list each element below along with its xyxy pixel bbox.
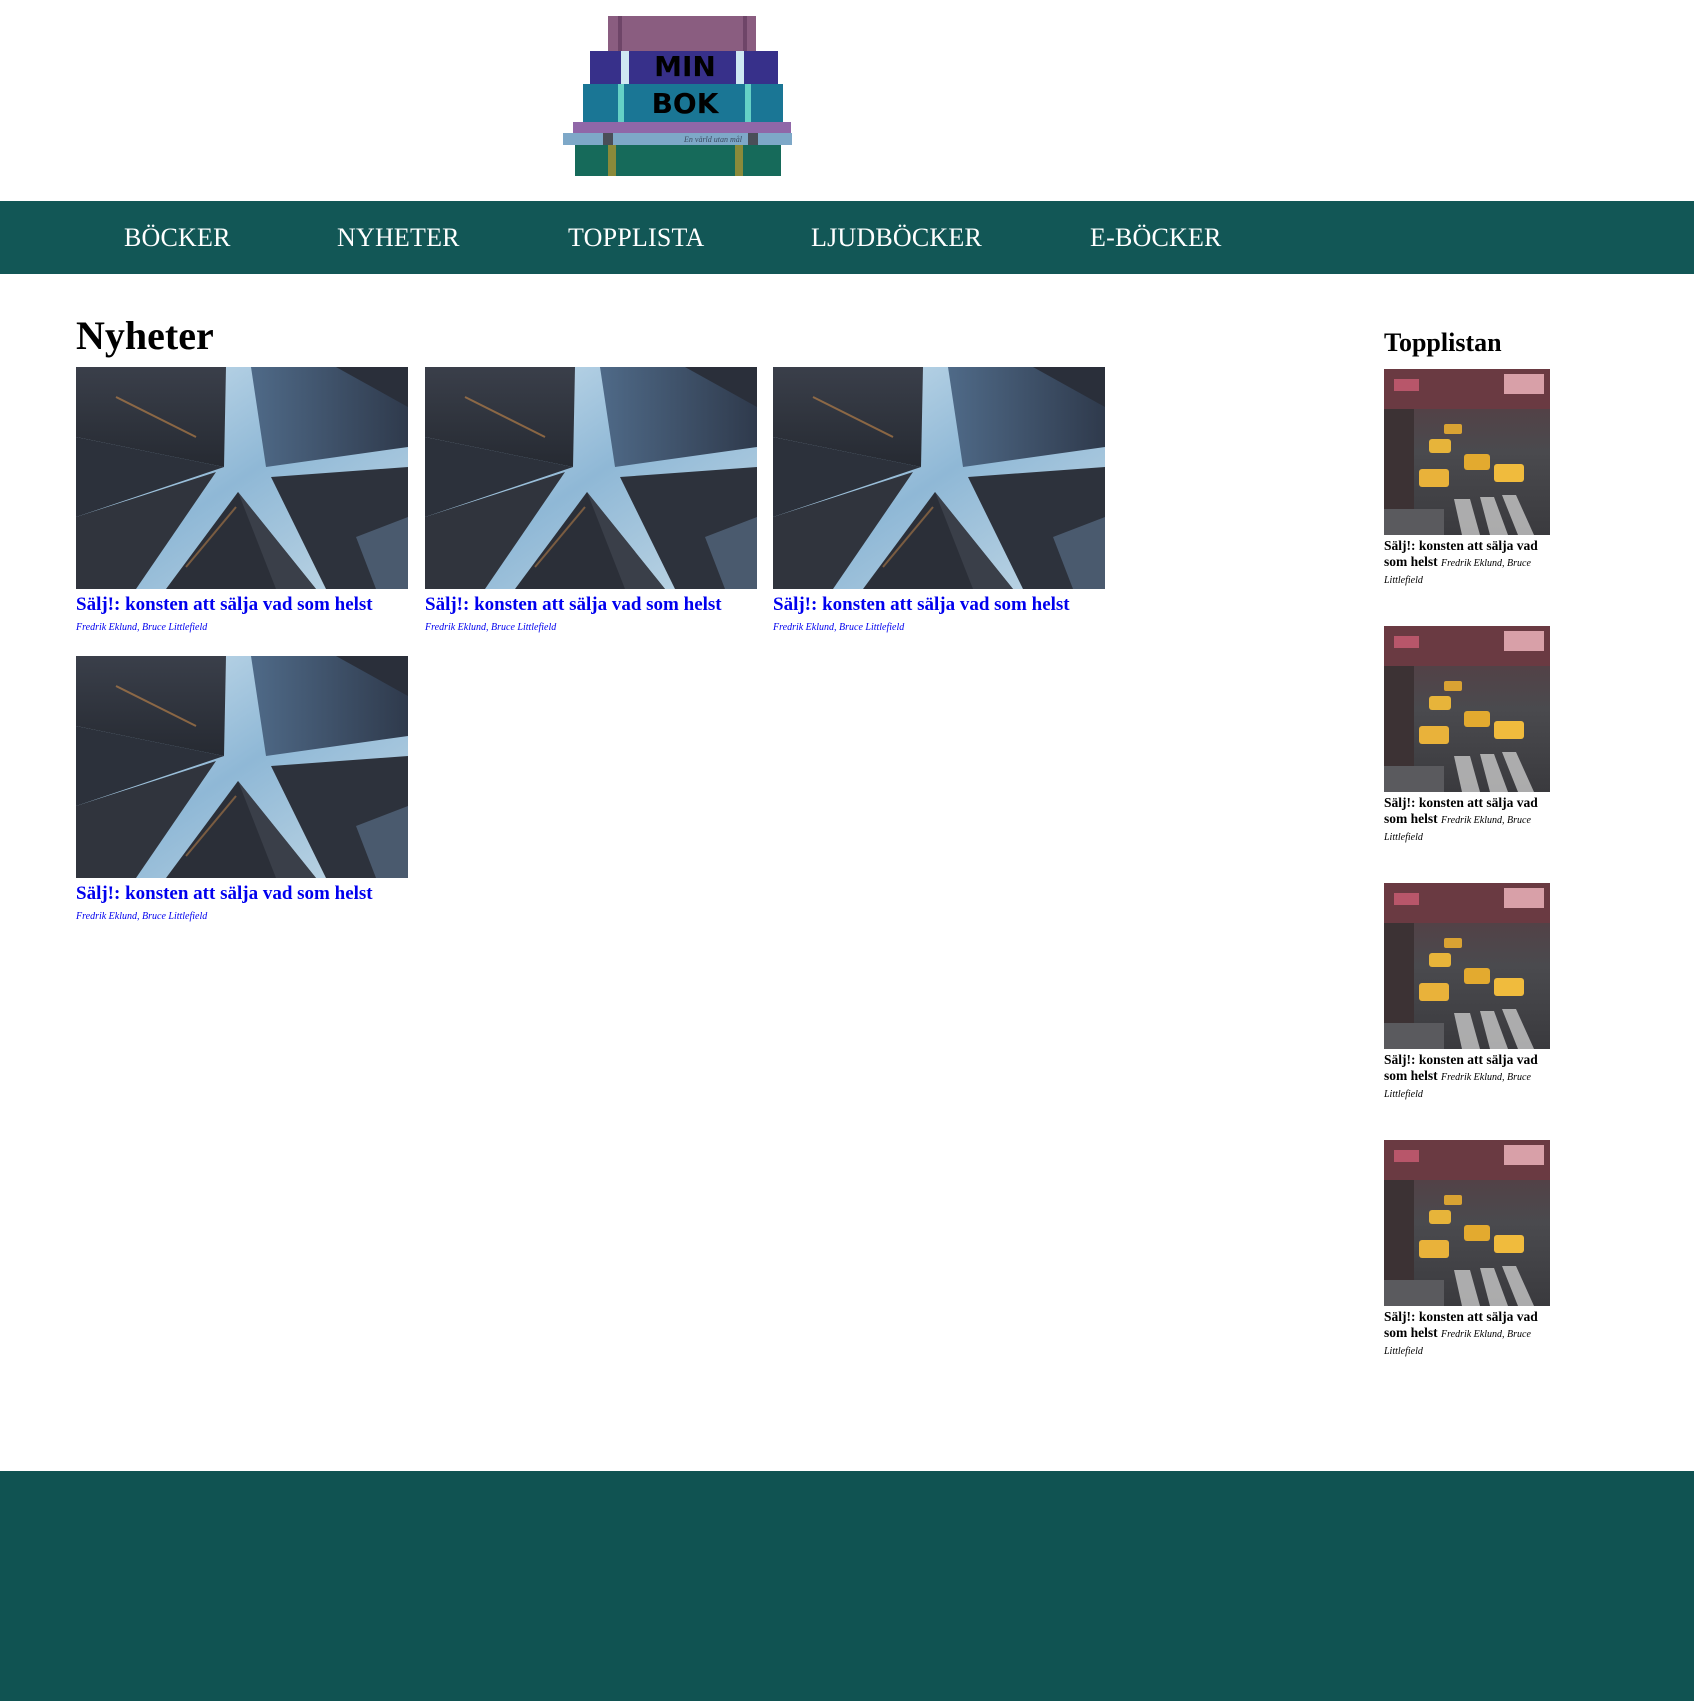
news-card: Sälj!: konsten att sälja vad som helst F… [425,367,757,633]
news-card: Sälj!: konsten att sälja vad som helst F… [76,367,408,633]
site-footer [0,1471,1694,1701]
book-title-link[interactable]: Sälj!: konsten att sälja vad som helst [425,594,757,616]
toplist-item: Sälj!: konsten att sälja vad som helst F… [1384,626,1550,846]
logo-line2: BOK [652,87,720,120]
toplist-item: Sälj!: konsten att sälja vad som helst F… [1384,369,1550,589]
min-bok-logo[interactable]: MIN BOK En värld utan mål [563,16,792,176]
news-card: Sälj!: konsten att sälja vad som helst F… [773,367,1105,633]
toplist-cover-image[interactable] [1384,369,1550,535]
book-cover-image[interactable] [425,367,757,589]
book-title-link[interactable]: Sälj!: konsten att sälja vad som helst [773,594,1105,616]
book-cover-image[interactable] [76,656,408,878]
site-header: MIN BOK En värld utan mål [0,0,1694,201]
nav-item-ebocker[interactable]: E-BÖCKER [1090,201,1222,274]
logo-line1: MIN [654,50,716,83]
nav-item-bocker[interactable]: BÖCKER [124,201,231,274]
book-author-link[interactable]: Fredrik Eklund, Bruce Littlefield [425,622,757,633]
nav-item-topplista[interactable]: TOPPLISTA [568,201,705,274]
book-author-link[interactable]: Fredrik Eklund, Bruce Littlefield [773,622,1105,633]
nav-item-nyheter[interactable]: NYHETER [337,201,460,274]
book-title-link[interactable]: Sälj!: konsten att sälja vad som helst [76,594,408,616]
book-author-link[interactable]: Fredrik Eklund, Bruce Littlefield [76,622,408,633]
book-cover-image[interactable] [76,367,408,589]
toplist-cover-image[interactable] [1384,883,1550,1049]
nav-item-ljudbocker[interactable]: LJUDBÖCKER [811,201,982,274]
book-author-link[interactable]: Fredrik Eklund, Bruce Littlefield [76,911,408,922]
page-title: Nyheter [76,313,214,358]
news-card: Sälj!: konsten att sälja vad som helst F… [76,656,408,922]
toplist-cover-image[interactable] [1384,626,1550,792]
toplist-item: Sälj!: konsten att sälja vad som helst F… [1384,883,1550,1103]
toplist-item: Sälj!: konsten att sälja vad som helst F… [1384,1140,1550,1360]
logo-tagline: En värld utan mål [683,135,743,144]
main-nav: BÖCKER NYHETER TOPPLISTA LJUDBÖCKER E-BÖ… [0,201,1694,274]
sidebar-title: Topplistan [1384,328,1502,357]
book-cover-image[interactable] [773,367,1105,589]
book-title-link[interactable]: Sälj!: konsten att sälja vad som helst [76,883,408,905]
toplist-cover-image[interactable] [1384,1140,1550,1306]
